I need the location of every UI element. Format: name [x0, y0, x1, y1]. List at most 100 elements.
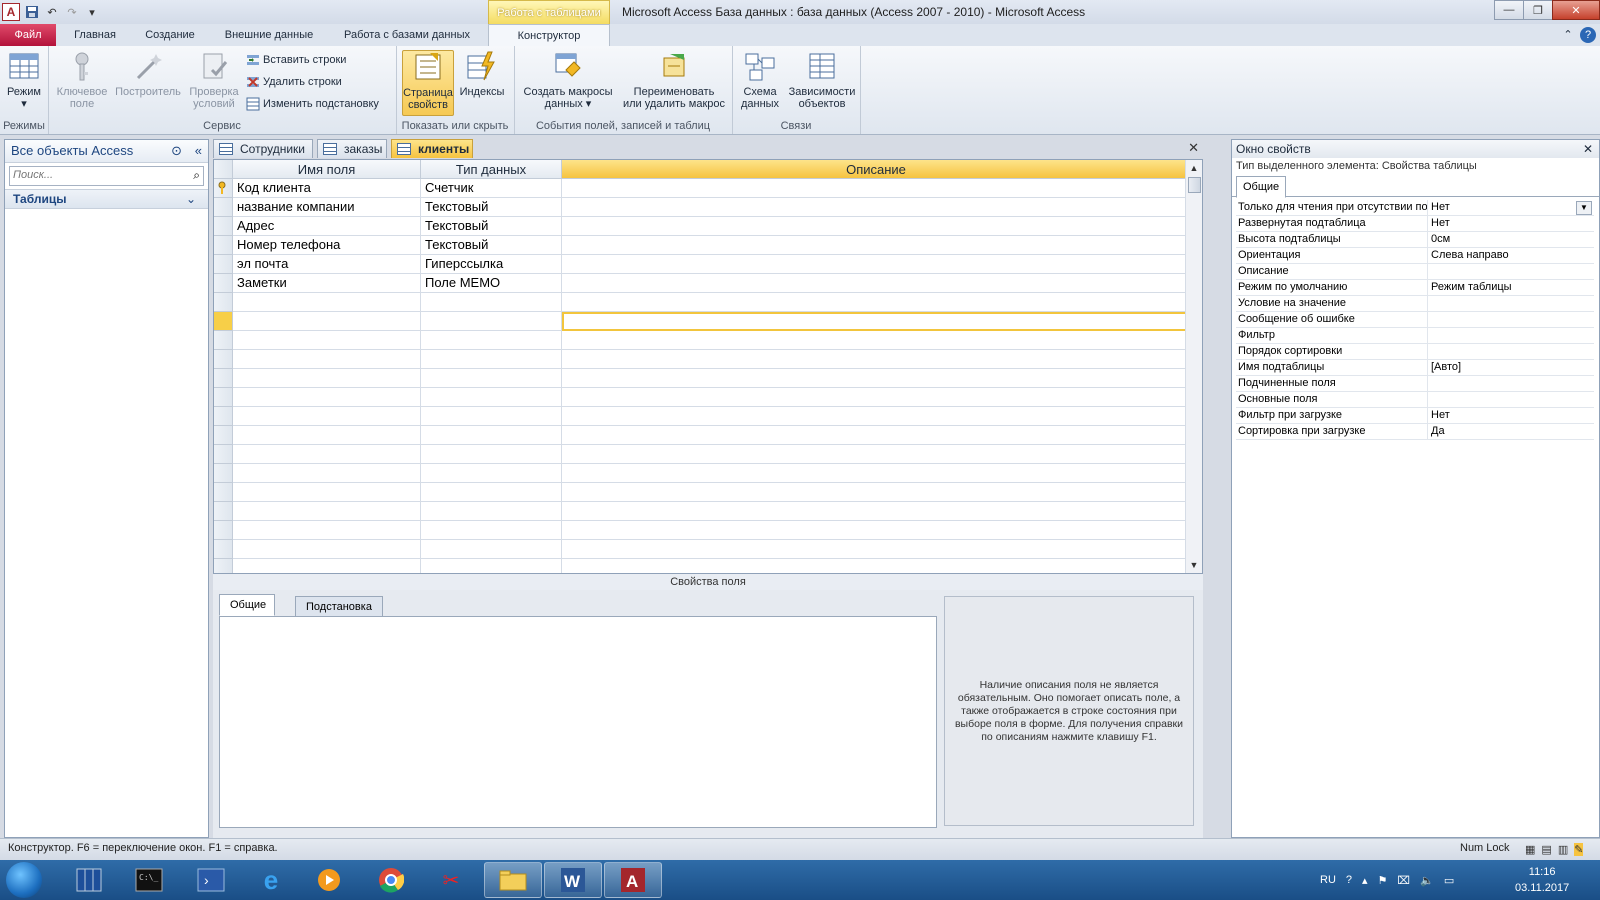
field-name-cell[interactable]: эл почта [233, 255, 421, 274]
field-name-cell[interactable] [233, 312, 421, 331]
description-cell[interactable] [562, 559, 1191, 573]
minimize-button[interactable]: — [1494, 0, 1524, 20]
taskbar-powershell-icon[interactable]: › [182, 862, 240, 898]
tab-database-tools[interactable]: Работа с базами данных [332, 24, 482, 46]
field-name-cell[interactable] [233, 464, 421, 483]
create-data-macros-button[interactable]: Создать макросы данных ▾ [518, 50, 618, 110]
pivottable-view-icon[interactable]: ▤ [1541, 843, 1551, 856]
tab-general-properties[interactable]: Общие [1236, 176, 1287, 198]
dropdown-arrow-icon[interactable]: ▼ [1576, 201, 1592, 215]
property-value[interactable]: Нет [1429, 216, 1594, 231]
property-row[interactable]: Режим по умолчанию Режим таблицы [1236, 280, 1594, 296]
access-logo-icon[interactable]: A [2, 3, 20, 21]
ribbon-minimize-icon[interactable]: ⌃ [1560, 24, 1576, 46]
description-cell[interactable] [562, 217, 1191, 236]
property-row[interactable]: Сортировка при загрузке Да [1236, 424, 1594, 440]
field-name-cell[interactable]: Код клиента [233, 179, 421, 198]
description-cell[interactable] [562, 407, 1191, 426]
row-selector[interactable] [214, 350, 233, 369]
insert-rows-button[interactable]: Вставить строки [246, 50, 346, 70]
data-type-cell[interactable] [421, 350, 562, 369]
property-row[interactable]: Фильтр при загрузке Нет [1236, 408, 1594, 424]
description-cell[interactable] [562, 293, 1191, 312]
relationships-button[interactable]: Схема данных [736, 50, 784, 110]
field-name-cell[interactable]: название компании [233, 198, 421, 217]
data-type-cell[interactable] [421, 521, 562, 540]
description-cell[interactable] [562, 426, 1191, 445]
row-selector[interactable] [214, 331, 233, 350]
taskbar-cmd-icon[interactable]: C:\_ [120, 862, 178, 898]
rename-delete-macro-button[interactable]: Переименовать или удалить макрос [620, 50, 728, 110]
property-row[interactable]: Только для чтения при отсутствии подключ… [1236, 200, 1594, 216]
tab-orders[interactable]: заказы [317, 139, 387, 158]
data-type-cell[interactable] [421, 559, 562, 573]
taskbar-app-explorer-icon[interactable] [60, 862, 118, 898]
collapse-pane-icon[interactable]: « [195, 140, 202, 162]
field-name-cell[interactable] [233, 445, 421, 464]
row-selector[interactable] [214, 179, 233, 198]
property-row[interactable]: Основные поля [1236, 392, 1594, 408]
property-value[interactable] [1429, 376, 1594, 391]
row-selector[interactable] [214, 540, 233, 559]
data-type-cell[interactable] [421, 483, 562, 502]
row-selector[interactable] [214, 521, 233, 540]
property-value[interactable] [1429, 264, 1594, 279]
description-cell[interactable] [562, 521, 1191, 540]
data-type-cell[interactable] [421, 502, 562, 521]
taskbar-ie-icon[interactable]: e [242, 862, 300, 898]
data-type-cell[interactable] [421, 540, 562, 559]
field-name-cell[interactable] [233, 350, 421, 369]
description-cell[interactable] [562, 350, 1191, 369]
taskbar-chrome-icon[interactable] [362, 862, 420, 898]
data-type-cell[interactable]: Текстовый [421, 217, 562, 236]
data-type-cell[interactable] [421, 445, 562, 464]
field-name-cell[interactable] [233, 521, 421, 540]
tab-external-data[interactable]: Внешние данные [212, 24, 326, 46]
tab-design[interactable]: Конструктор [488, 24, 610, 46]
row-selector[interactable] [214, 426, 233, 445]
property-value[interactable]: Слева направо [1429, 248, 1594, 263]
description-cell[interactable] [562, 274, 1191, 293]
property-value[interactable] [1429, 392, 1594, 407]
field-name-cell[interactable]: Адрес [233, 217, 421, 236]
redo-icon[interactable]: ↷ [64, 4, 80, 20]
data-type-cell[interactable] [421, 407, 562, 426]
description-cell[interactable] [562, 369, 1191, 388]
row-selector[interactable] [214, 274, 233, 293]
description-cell[interactable] [562, 255, 1191, 274]
scroll-down-arrow-icon[interactable]: ▼ [1186, 557, 1202, 573]
object-dependencies-button[interactable]: Зависимости объектов [786, 50, 858, 110]
description-cell[interactable] [562, 445, 1191, 464]
description-cell[interactable] [562, 388, 1191, 407]
data-type-cell[interactable]: Счетчик [421, 179, 562, 198]
description-cell[interactable] [562, 331, 1191, 350]
property-value[interactable] [1429, 344, 1594, 359]
field-name-cell[interactable] [233, 407, 421, 426]
property-row[interactable]: Сообщение об ошибке [1236, 312, 1594, 328]
pivotchart-view-icon[interactable]: ▥ [1558, 843, 1568, 856]
field-name-cell[interactable] [233, 540, 421, 559]
property-value[interactable]: Режим таблицы [1429, 280, 1594, 295]
taskbar-media-icon[interactable] [300, 862, 358, 898]
row-selector[interactable] [214, 255, 233, 274]
field-name-cell[interactable] [233, 293, 421, 312]
row-selector[interactable] [214, 369, 233, 388]
row-selector[interactable] [214, 293, 233, 312]
row-selector[interactable] [214, 217, 233, 236]
save-icon[interactable] [24, 4, 40, 20]
property-row[interactable]: Развернутая подтаблица Нет [1236, 216, 1594, 232]
start-button-icon[interactable] [6, 862, 42, 898]
field-name-cell[interactable] [233, 483, 421, 502]
property-sheet-button[interactable]: Страница свойств [402, 50, 454, 116]
field-name-cell[interactable] [233, 559, 421, 573]
field-name-cell[interactable] [233, 388, 421, 407]
row-selector[interactable] [214, 502, 233, 521]
row-selector[interactable] [214, 559, 233, 573]
row-selector[interactable] [214, 464, 233, 483]
nav-search-input[interactable] [10, 167, 186, 183]
design-view-icon[interactable]: ✎ [1574, 843, 1584, 856]
language-indicator[interactable]: RU [1320, 874, 1336, 886]
property-value[interactable]: 0см [1429, 232, 1594, 247]
indexes-button[interactable]: Индексы [456, 50, 508, 98]
data-type-cell[interactable] [421, 312, 562, 331]
